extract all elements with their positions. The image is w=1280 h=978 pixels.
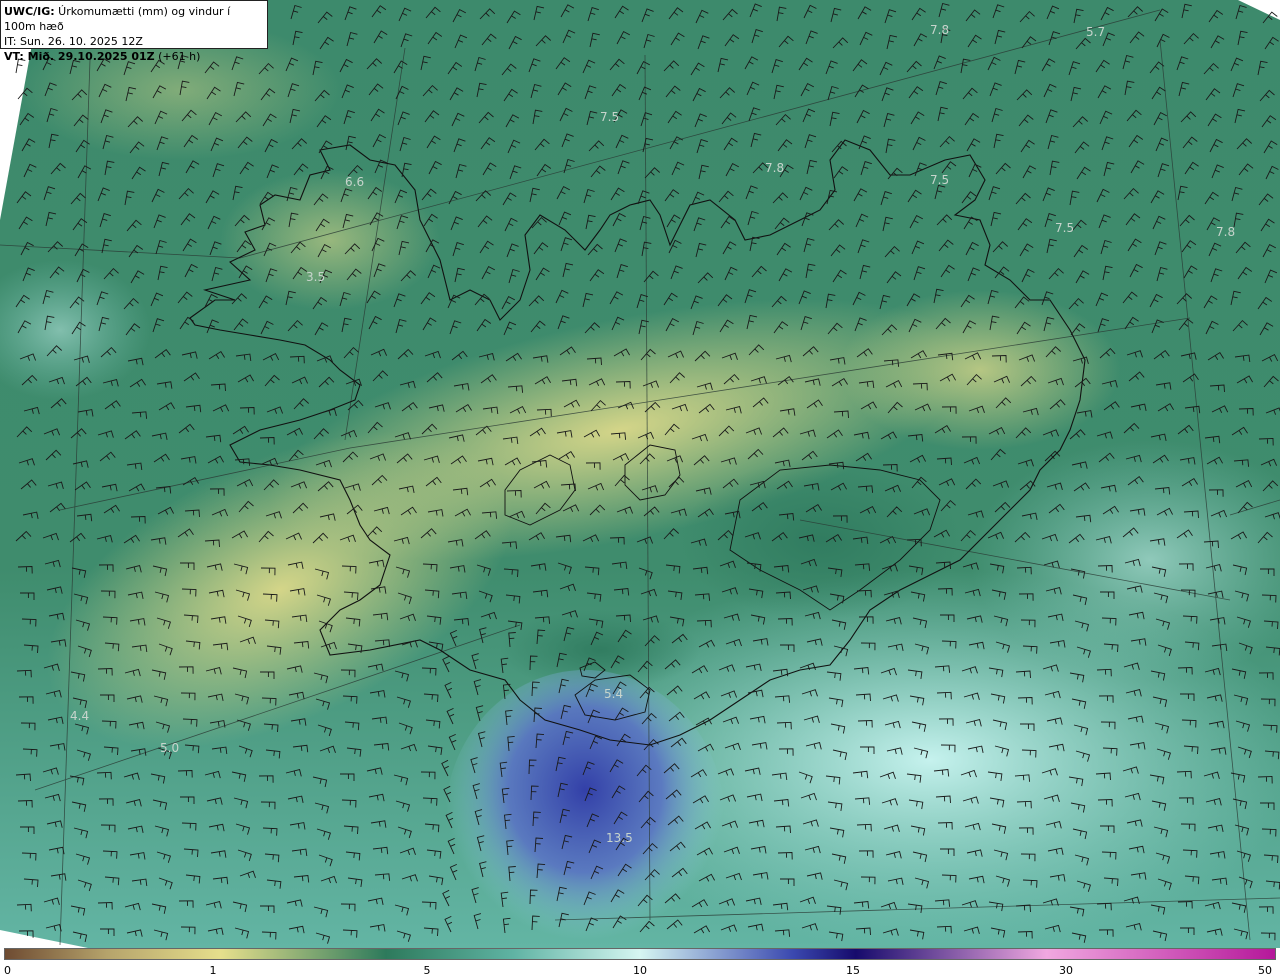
valid-time: VT: Mið. 29.10.2025 01Z [4,50,155,63]
init-time: IT: Sun. 26. 10. 2025 12Z [4,35,143,48]
value-label: 7.8 [765,161,784,175]
title-line-3: VT: Mið. 29.10.2025 01Z (+61 h) [4,49,264,64]
colorbar-tick: 30 [1059,964,1073,977]
lead-time: (+61 h) [154,50,201,63]
colorbar-tick: 50 [1258,964,1272,977]
yellow-band-northwest [220,170,440,310]
value-label: 5.7 [1086,25,1105,39]
colorbar-gradient [4,948,1276,960]
value-label: 4.4 [70,709,89,723]
value-label: 5.0 [160,741,179,755]
map-title-box: UWC/IG: Úrkomumætti (mm) og vindur í 100… [0,0,268,63]
value-label: 5.4 [604,687,623,701]
value-label: 6.6 [345,175,364,189]
colorbar-tick: 10 [633,964,647,977]
colorbar-tick: 15 [846,964,860,977]
colorbar-tick: 1 [209,964,217,977]
colorbar: 0 1 5 10 15 30 50 [0,948,1280,978]
value-label: 3.5 [306,270,325,284]
precipitation-map: 7.8 5.7 7.5 6.6 7.8 7.5 7.5 7.8 3.5 5.4 … [0,0,1280,948]
model-name: UWC/IG: [4,5,55,18]
yellow-band-east [840,290,1120,450]
colorbar-tick: 5 [423,964,431,977]
colorbar-tick: 0 [4,964,11,977]
value-label: 7.8 [1216,225,1235,239]
value-label: 7.5 [600,110,619,124]
value-label: 7.8 [930,23,949,37]
value-label: 7.5 [1055,221,1074,235]
value-label: 13.5 [606,831,633,845]
green-patch-southeast [680,460,960,620]
value-label: 7.5 [930,173,949,187]
title-line-1: UWC/IG: Úrkomumætti (mm) og vindur í 100… [4,4,264,34]
